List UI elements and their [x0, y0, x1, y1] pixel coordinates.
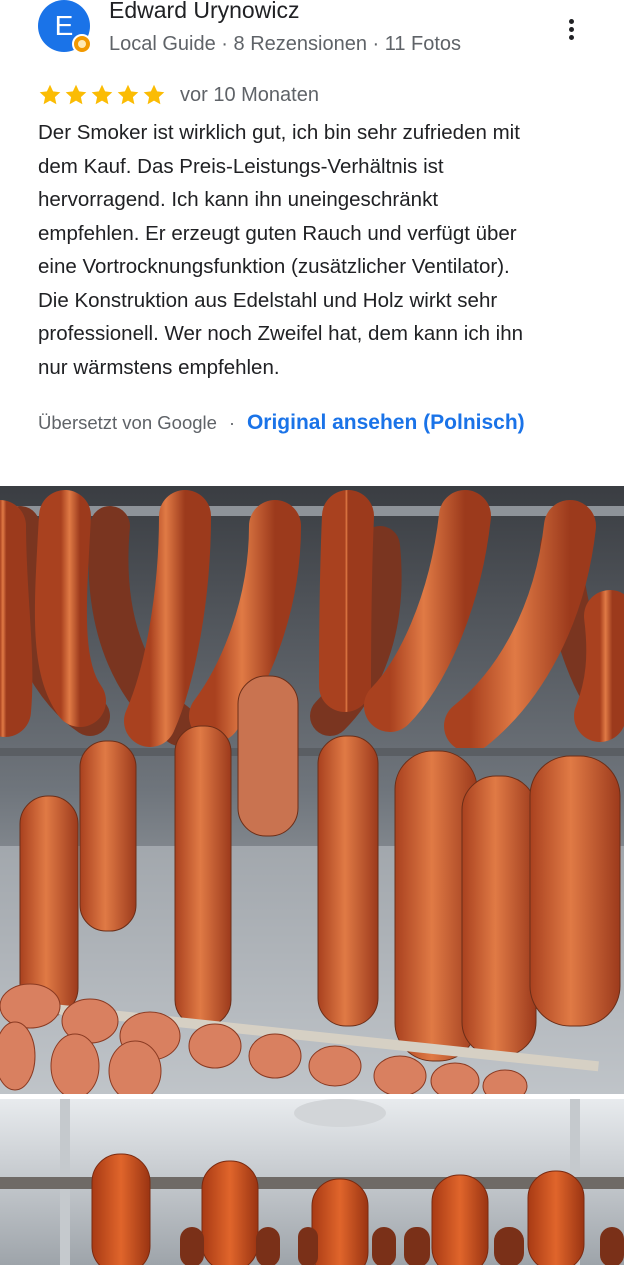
- review-text-line: eine Vortrocknungsfunktion (zusätzlicher…: [38, 255, 510, 278]
- review-photo-sausages-in-smoker: [0, 486, 624, 1094]
- review-text: Der Smoker ist wirklich gut, ich bin seh…: [38, 116, 598, 384]
- review-text-line: Die Konstruktion aus Edelstahl und Holz …: [38, 288, 498, 312]
- local-guide-badge-icon: [72, 34, 92, 54]
- reviewer-name[interactable]: Edward Urynowicz: [109, 0, 299, 24]
- more-vertical-icon-dot: [568, 26, 574, 32]
- translated-by-label: Übersetzt von Google: [38, 412, 217, 433]
- review-text-line: Der Smoker ist wirklich gut, ich bin seh…: [38, 121, 520, 144]
- separator-dot: ·: [228, 412, 235, 433]
- more-vertical-icon: [568, 18, 574, 24]
- more-options-button[interactable]: [556, 12, 586, 46]
- star-icon: [65, 84, 87, 105]
- star-icon: [39, 84, 61, 105]
- review-text-line: dem Kauf. Das Preis-Leistungs-Verhältnis…: [38, 154, 444, 178]
- review-text-line: hervorragend. Ich kann ihn uneingeschrän…: [38, 188, 439, 211]
- review-text-line: professionell. Wer noch Zweifel hat, dem…: [38, 322, 524, 345]
- review-photo-sausages-on-rod: [0, 1099, 624, 1265]
- review-text-line: nur wärmstens empfehlen.: [38, 355, 280, 379]
- review-header: E Edward Urynowicz Local Guide · 8 Rezen…: [0, 0, 624, 70]
- review-text-line: empfehlen. Er erzeugt guten Rauch und ve…: [38, 221, 517, 245]
- translation-row: Übersetzt von Google · Original ansehen …: [38, 408, 525, 438]
- star-icon: [91, 84, 113, 105]
- review-age: vor 10 Monaten: [180, 83, 319, 106]
- rating-row: vor 10 Monaten: [38, 80, 319, 110]
- more-vertical-icon-dot: [568, 34, 574, 40]
- review-photo-1[interactable]: [0, 486, 624, 1094]
- avatar-letter: E: [54, 10, 74, 41]
- review-photo-2[interactable]: [0, 1099, 624, 1265]
- star-rating: [38, 83, 166, 107]
- star-icon: [143, 84, 165, 105]
- view-original-link[interactable]: Original ansehen (Polnisch): [247, 411, 525, 435]
- reviewer-meta[interactable]: Local Guide · 8 Rezensionen · 11 Fotos: [109, 33, 461, 56]
- star-icon: [117, 84, 139, 105]
